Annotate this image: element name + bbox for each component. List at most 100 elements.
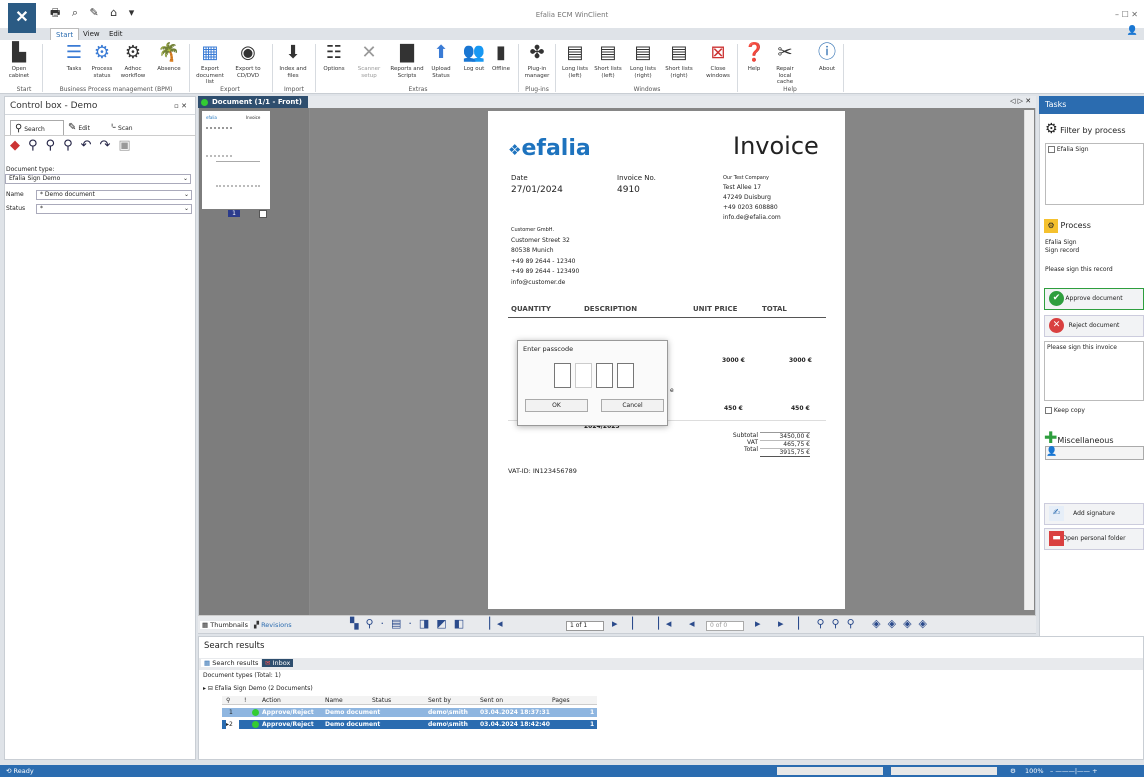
process-record: Sign record bbox=[1045, 247, 1080, 254]
approve-document-button[interactable]: ✔ Approve document bbox=[1044, 288, 1144, 310]
about-button[interactable]: ⓘ About bbox=[815, 42, 839, 73]
checkbox[interactable] bbox=[1045, 407, 1052, 414]
eraser-icon[interactable]: ◆ bbox=[10, 138, 28, 153]
passcode-digit-4[interactable] bbox=[617, 363, 634, 388]
adhoc-workflow-button[interactable]: ⚙ Adhoc workflow bbox=[117, 42, 149, 79]
repair-cache-button[interactable]: ✂ Repair local cache bbox=[770, 42, 800, 86]
clipboard-icon[interactable]: ▣ bbox=[118, 138, 138, 153]
longlist-right-button[interactable]: ▤ Long lists (right) bbox=[627, 42, 659, 79]
doc-type-label: Document type: bbox=[6, 166, 55, 173]
offline-button[interactable]: ▮ Offline bbox=[489, 42, 513, 73]
document-tab[interactable]: Document (1/1 - Front) bbox=[198, 96, 308, 108]
revisions-tab[interactable]: ▞ Revisions bbox=[254, 621, 292, 629]
name-field[interactable]: * Demo document ⌄ bbox=[36, 190, 192, 200]
find-plus-icon[interactable]: ⚲ bbox=[46, 138, 64, 153]
passcode-digit-3[interactable] bbox=[596, 363, 613, 388]
shortlist-left-button[interactable]: ▤ Short lists (left) bbox=[593, 42, 623, 79]
status-dot-icon bbox=[252, 709, 259, 716]
keep-copy-checkbox[interactable]: Keep copy bbox=[1045, 407, 1085, 414]
tab-search[interactable]: ⚲ Search bbox=[10, 120, 64, 135]
misc-section[interactable]: ✚Miscellaneous bbox=[1044, 428, 1114, 447]
index-files-button[interactable]: ⬇ Index and files bbox=[276, 42, 310, 79]
ribbon-separator bbox=[555, 44, 556, 92]
col-sent-on[interactable]: Sent on bbox=[480, 696, 503, 705]
zoom-icon[interactable]: ⚙ bbox=[1010, 765, 1016, 777]
col-pages[interactable]: Pages bbox=[552, 696, 570, 705]
tab-inbox[interactable]: ✉ Inbox bbox=[262, 659, 294, 667]
process-status-button[interactable]: ⚙ Process status bbox=[88, 42, 116, 79]
open-personal-folder-button[interactable]: ▬ Open personal folder bbox=[1044, 528, 1144, 550]
col-sent-by[interactable]: Sent by bbox=[428, 696, 451, 705]
col-unit-price: UNIT PRICE bbox=[693, 305, 738, 313]
open-cabinet-button[interactable]: ▙ Open cabinet bbox=[3, 42, 35, 79]
window-controls[interactable]: – ☐ ✕ bbox=[1115, 10, 1138, 19]
ok-button[interactable]: OK bbox=[525, 399, 588, 412]
table-row[interactable]: 1 Approve/Reject Demo document demo\smit… bbox=[222, 708, 597, 717]
panel-pin-close-icon[interactable]: ▫ ✕ bbox=[174, 97, 187, 115]
thumbnails-tab[interactable]: ▦ Thumbnails bbox=[200, 621, 251, 629]
scanner-setup-button[interactable]: ✕ Scanner setup bbox=[352, 42, 386, 79]
table-row[interactable]: ▸2 Approve/Reject Demo document demo\smi… bbox=[222, 720, 597, 729]
export-list-button[interactable]: ▦ Export document list bbox=[192, 42, 228, 86]
tab-scan[interactable]: ⌎ Scan bbox=[108, 120, 146, 135]
ribbon-separator bbox=[189, 44, 190, 92]
tab-edit[interactable]: Edit bbox=[104, 28, 128, 40]
shortlist-right-button[interactable]: ▤ Short lists (right) bbox=[663, 42, 695, 79]
page-counter-2[interactable]: 0 of 0 bbox=[706, 621, 744, 631]
tasks-button[interactable]: ☰ Tasks bbox=[62, 42, 86, 73]
find-minus-icon[interactable]: ⚲ bbox=[63, 138, 81, 153]
comment-textarea[interactable]: Please sign this invoice bbox=[1044, 341, 1144, 401]
checkbox[interactable] bbox=[1048, 146, 1055, 153]
doc-type-select[interactable]: Efalia Sign Demo ⌄ bbox=[5, 174, 191, 184]
viewer-tools[interactable]: ▚⚲·▤·◨◩◧ ▕◂ bbox=[350, 617, 510, 630]
zoom-tools[interactable]: ▸ ▸▕ ⚲⚲⚲ ◈◈◈◈ bbox=[755, 617, 934, 630]
plugin-manager-button[interactable]: ✤ Plug-in manager bbox=[522, 42, 552, 79]
ribbon-separator bbox=[272, 44, 273, 92]
page-nav-right[interactable]: ▸▕ ▕◂ ◂ bbox=[612, 617, 701, 630]
filter-section[interactable]: ⚙ Filter by process bbox=[1045, 121, 1126, 137]
thumb-lines bbox=[206, 127, 232, 157]
col-name[interactable]: Name bbox=[325, 696, 343, 705]
logout-button[interactable]: 👥 Log out bbox=[460, 42, 488, 73]
cancel-button[interactable]: Cancel bbox=[601, 399, 664, 412]
redo-icon[interactable]: ↷ bbox=[100, 138, 119, 153]
tab-edit-panel[interactable]: ✎ Edit bbox=[68, 120, 106, 135]
longlist-left-button[interactable]: ▤ Long lists (left) bbox=[560, 42, 590, 79]
zoom-slider[interactable]: – ———|—— + bbox=[1050, 765, 1098, 777]
upload-status-button[interactable]: ⬆ Upload Status bbox=[426, 42, 456, 79]
status-field[interactable]: * ⌄ bbox=[36, 204, 192, 214]
undo-icon[interactable]: ↶ bbox=[81, 138, 100, 153]
absence-button[interactable]: 🌴 Absence bbox=[152, 42, 186, 73]
search-toolbar[interactable]: ◆⚲⚲⚲↶↷▣ bbox=[10, 138, 139, 153]
process-section[interactable]: ⚙ Process bbox=[1044, 219, 1091, 233]
col-status[interactable]: Status bbox=[372, 696, 391, 705]
doc-tab-nav[interactable]: ◁ ▷ ✕ bbox=[1010, 97, 1031, 105]
find-icon[interactable]: ⚲ bbox=[28, 138, 46, 153]
filter-item[interactable]: Efalia Sign bbox=[1048, 146, 1089, 153]
search-icon: ⚲ bbox=[15, 123, 23, 134]
passcode-digit-1[interactable] bbox=[554, 363, 571, 388]
vertical-scrollbar[interactable] bbox=[1024, 110, 1034, 610]
doc-types-count: Document types (Total: 1) bbox=[203, 672, 281, 679]
col-action[interactable]: Action bbox=[262, 696, 281, 705]
user-select[interactable]: 👤 bbox=[1045, 446, 1144, 460]
close-windows-button[interactable]: ⊠ Close windows bbox=[703, 42, 733, 79]
tab-start[interactable]: Start bbox=[50, 28, 80, 40]
help-button[interactable]: ❓ Help bbox=[743, 42, 765, 73]
user-icon[interactable]: 👤 bbox=[1127, 26, 1138, 36]
col-flag[interactable]: ! bbox=[244, 696, 246, 705]
add-signature-button[interactable]: ✍ Add signature bbox=[1044, 503, 1144, 525]
options-button[interactable]: ☷ Options bbox=[319, 42, 349, 73]
page-thumbnail[interactable]: efalia Invoice bbox=[202, 111, 270, 209]
tab-search-results[interactable]: ▦ Search results bbox=[201, 659, 262, 667]
col-search-icon[interactable]: ⚲ bbox=[226, 696, 230, 705]
reports-button[interactable]: ▇ Reports and Scripts bbox=[389, 42, 425, 79]
tab-view[interactable]: View bbox=[78, 28, 105, 40]
export-cd-button[interactable]: ◉ Export to CD/DVD bbox=[229, 42, 267, 79]
passcode-digit-2[interactable] bbox=[575, 363, 592, 388]
group-row[interactable]: ▸ ⊟ Efalia Sign Demo (2 Documents) bbox=[203, 685, 313, 692]
page-counter[interactable]: 1 of 1 bbox=[566, 621, 604, 631]
thumb-select-checkbox[interactable] bbox=[259, 210, 267, 218]
reject-document-button[interactable]: ✕ Reject document bbox=[1044, 315, 1144, 337]
status-bar: ⟲ Ready ⚙ 100% – ———|—— + bbox=[0, 765, 1144, 777]
